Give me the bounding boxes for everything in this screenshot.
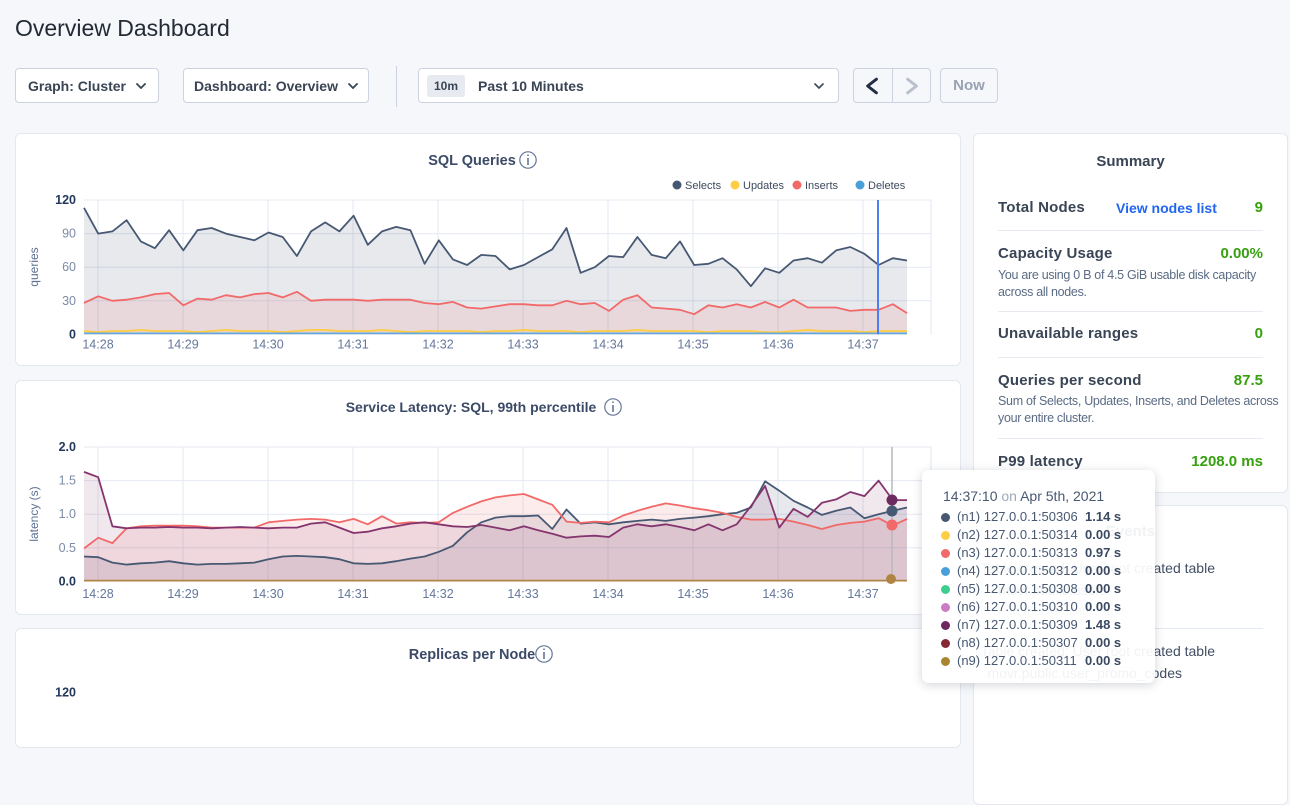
svg-text:14:32: 14:32 bbox=[422, 587, 453, 601]
svg-text:14:37: 14:37 bbox=[847, 337, 878, 351]
svg-text:0.0: 0.0 bbox=[59, 574, 76, 588]
svg-text:14:35: 14:35 bbox=[677, 587, 708, 601]
svg-text:14:31: 14:31 bbox=[337, 587, 368, 601]
svg-text:queries: queries bbox=[27, 247, 41, 286]
svg-text:14:33: 14:33 bbox=[507, 337, 538, 351]
svg-text:14:36: 14:36 bbox=[762, 587, 793, 601]
svg-text:14:29: 14:29 bbox=[167, 587, 198, 601]
svg-text:SQL Queries: SQL Queries bbox=[428, 153, 516, 169]
svg-text:2.0: 2.0 bbox=[59, 440, 76, 454]
svg-text:14:34: 14:34 bbox=[592, 337, 623, 351]
svg-text:120: 120 bbox=[55, 686, 76, 700]
svg-text:14:30: 14:30 bbox=[252, 337, 283, 351]
svg-text:latency (s): latency (s) bbox=[27, 486, 41, 541]
svg-text:Replicas per Node: Replicas per Node bbox=[409, 647, 536, 663]
svg-text:90: 90 bbox=[62, 227, 76, 241]
svg-text:14:28: 14:28 bbox=[82, 587, 113, 601]
svg-text:0: 0 bbox=[69, 327, 76, 341]
svg-text:14:35: 14:35 bbox=[677, 337, 708, 351]
svg-text:Selects: Selects bbox=[685, 180, 722, 192]
svg-text:14:37: 14:37 bbox=[847, 587, 878, 601]
svg-text:14:29: 14:29 bbox=[167, 337, 198, 351]
svg-text:30: 30 bbox=[62, 294, 76, 308]
svg-text:14:36: 14:36 bbox=[762, 337, 793, 351]
svg-text:60: 60 bbox=[62, 260, 76, 274]
svg-text:1.0: 1.0 bbox=[59, 507, 76, 521]
svg-text:120: 120 bbox=[55, 193, 76, 207]
svg-text:14:32: 14:32 bbox=[422, 337, 453, 351]
svg-text:Service Latency: SQL, 99th per: Service Latency: SQL, 99th percentile bbox=[346, 399, 597, 415]
svg-text:Inserts: Inserts bbox=[805, 180, 839, 192]
svg-text:14:33: 14:33 bbox=[507, 587, 538, 601]
svg-text:Deletes: Deletes bbox=[868, 180, 906, 192]
svg-text:14:30: 14:30 bbox=[252, 587, 283, 601]
svg-text:14:34: 14:34 bbox=[592, 587, 623, 601]
svg-text:Updates: Updates bbox=[743, 180, 784, 192]
svg-text:0.5: 0.5 bbox=[59, 541, 76, 555]
svg-text:14:31: 14:31 bbox=[337, 337, 368, 351]
svg-text:14:28: 14:28 bbox=[82, 337, 113, 351]
svg-text:1.5: 1.5 bbox=[59, 474, 76, 488]
